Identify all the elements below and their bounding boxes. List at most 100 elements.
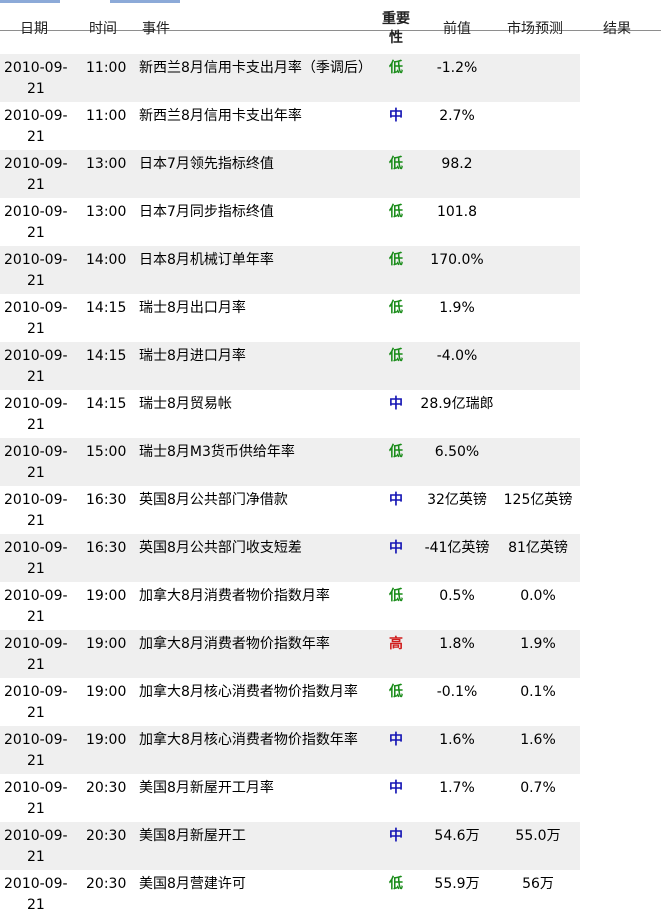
row-event: 新西兰8月信用卡支出年率 <box>139 108 302 124</box>
row-date-line1: 2010-09- <box>4 780 68 796</box>
row-date-line2: 21 <box>27 513 45 529</box>
row-date-line1: 2010-09- <box>4 444 68 460</box>
row-previous: 54.6万 <box>434 828 480 844</box>
row-importance: 低 <box>389 300 403 316</box>
table-header: 日期 时间 事件 重要性 前值 市场预测 结果 <box>0 6 661 50</box>
nav-link-fragment[interactable] <box>110 0 180 3</box>
row-importance: 低 <box>389 444 403 460</box>
row-previous: -1.2% <box>436 60 478 76</box>
row-time: 20:30 <box>86 828 127 844</box>
row-date-line1: 2010-09- <box>4 108 68 124</box>
row-forecast: 56万 <box>522 876 554 892</box>
row-forecast: 55.0万 <box>515 828 561 844</box>
row-importance: 低 <box>389 588 403 604</box>
row-forecast: 1.9% <box>520 636 556 652</box>
table-row: 2010-09- 21 13:00 日本7月领先指标终值 低 98.2 <box>0 150 580 198</box>
row-time: 16:30 <box>86 540 127 556</box>
row-date-line2: 21 <box>27 177 45 193</box>
row-date-line2: 21 <box>27 225 45 241</box>
row-date-line2: 21 <box>27 81 45 97</box>
row-importance: 低 <box>389 876 403 892</box>
row-time: 14:15 <box>86 300 127 316</box>
row-date: 2010-09- 21 <box>4 778 74 820</box>
row-importance: 低 <box>389 348 403 364</box>
table-row: 2010-09- 21 20:30 美国8月新屋开工月率 中 1.7% 0.7% <box>0 774 580 822</box>
row-date-line2: 21 <box>27 273 45 289</box>
row-time: 16:30 <box>86 492 127 508</box>
row-time: 20:30 <box>86 876 127 892</box>
row-time: 11:00 <box>86 108 127 124</box>
row-importance: 中 <box>389 108 403 124</box>
table-row: 2010-09- 21 15:00 瑞士8月M3货币供给年率 低 6.50% <box>0 438 580 486</box>
row-event: 日本8月机械订单年率 <box>139 252 274 268</box>
row-date: 2010-09- 21 <box>4 634 74 676</box>
table-row: 2010-09- 21 13:00 日本7月同步指标终值 低 101.8 <box>0 198 580 246</box>
nav-link-fragment[interactable] <box>0 0 60 3</box>
row-event: 美国8月新屋开工 <box>139 828 246 844</box>
row-date-line1: 2010-09- <box>4 636 68 652</box>
row-event: 瑞士8月进口月率 <box>139 348 246 364</box>
row-event: 加拿大8月核心消费者物价指数年率 <box>139 732 358 748</box>
row-time: 19:00 <box>86 588 127 604</box>
row-date: 2010-09- 21 <box>4 586 74 628</box>
table-row: 2010-09- 21 14:15 瑞士8月进口月率 低 -4.0% <box>0 342 580 390</box>
row-previous: 0.5% <box>439 588 475 604</box>
row-date: 2010-09- 21 <box>4 346 74 388</box>
row-forecast: 0.1% <box>520 684 556 700</box>
row-previous: 98.2 <box>441 156 473 172</box>
row-date: 2010-09- 21 <box>4 442 74 484</box>
row-event: 加拿大8月消费者物价指数年率 <box>139 636 330 652</box>
row-previous: -4.0% <box>436 348 478 364</box>
row-time: 15:00 <box>86 444 127 460</box>
row-previous: 6.50% <box>434 444 480 460</box>
row-date: 2010-09- 21 <box>4 730 74 772</box>
table-row: 2010-09- 21 14:15 瑞士8月出口月率 低 1.9% <box>0 294 580 342</box>
table-row: 2010-09- 21 14:15 瑞士8月贸易帐 中 28.9亿瑞郎 <box>0 390 580 438</box>
row-time: 13:00 <box>86 156 127 172</box>
table-row: 2010-09- 21 16:30 英国8月公共部门收支短差 中 -41亿英镑 81亿英镑 <box>0 534 580 582</box>
row-event: 日本7月领先指标终值 <box>139 156 274 172</box>
row-date-line2: 21 <box>27 129 45 145</box>
header-previous: 前值 <box>443 21 471 37</box>
row-time: 19:00 <box>86 732 127 748</box>
row-previous: -41亿英镑 <box>424 540 490 556</box>
row-date: 2010-09- 21 <box>4 106 74 148</box>
row-date-line2: 21 <box>27 465 45 481</box>
row-time: 14:00 <box>86 252 127 268</box>
table-row: 2010-09- 21 11:00 新西兰8月信用卡支出年率 中 2.7% <box>0 102 580 150</box>
table-row: 2010-09- 21 19:00 加拿大8月核心消费者物价指数月率 低 -0.1% 0.1… <box>0 678 580 726</box>
row-date-line1: 2010-09- <box>4 396 68 412</box>
row-previous: 1.6% <box>439 732 475 748</box>
table-row: 2010-09- 21 11:00 新西兰8月信用卡支出月率（季调后） 低 -1.2% <box>0 54 580 102</box>
row-date-line2: 21 <box>27 417 45 433</box>
row-date-line1: 2010-09- <box>4 876 68 892</box>
row-previous: -0.1% <box>436 684 478 700</box>
row-date-line2: 21 <box>27 801 45 817</box>
row-importance: 低 <box>389 204 403 220</box>
row-date-line1: 2010-09- <box>4 252 68 268</box>
row-date-line1: 2010-09- <box>4 492 68 508</box>
row-date-line1: 2010-09- <box>4 204 68 220</box>
table-row: 2010-09- 21 19:00 加拿大8月消费者物价指数月率 低 0.5% 0.0% <box>0 582 580 630</box>
row-previous: 1.7% <box>439 780 475 796</box>
row-date-line1: 2010-09- <box>4 732 68 748</box>
row-forecast: 1.6% <box>520 732 556 748</box>
row-date-line1: 2010-09- <box>4 828 68 844</box>
row-previous: 101.8 <box>436 204 478 220</box>
row-date-line2: 21 <box>27 705 45 721</box>
header-importance: 重要性 <box>382 11 410 46</box>
row-importance: 中 <box>389 396 403 412</box>
row-time: 14:15 <box>86 348 127 364</box>
header-result: 结果 <box>603 21 631 37</box>
row-date: 2010-09- 21 <box>4 298 74 340</box>
row-date-line1: 2010-09- <box>4 300 68 316</box>
table-row: 2010-09- 21 20:30 美国8月营建许可 低 55.9万 56万 <box>0 870 580 918</box>
row-event: 瑞士8月贸易帐 <box>139 396 232 412</box>
row-event: 美国8月营建许可 <box>139 876 246 892</box>
row-previous: 55.9万 <box>434 876 480 892</box>
row-event: 英国8月公共部门净借款 <box>139 492 288 508</box>
row-date: 2010-09- 21 <box>4 202 74 244</box>
row-forecast: 0.0% <box>520 588 556 604</box>
table-row: 2010-09- 21 20:30 美国8月新屋开工 中 54.6万 55.0万 <box>0 822 580 870</box>
row-time: 19:00 <box>86 684 127 700</box>
